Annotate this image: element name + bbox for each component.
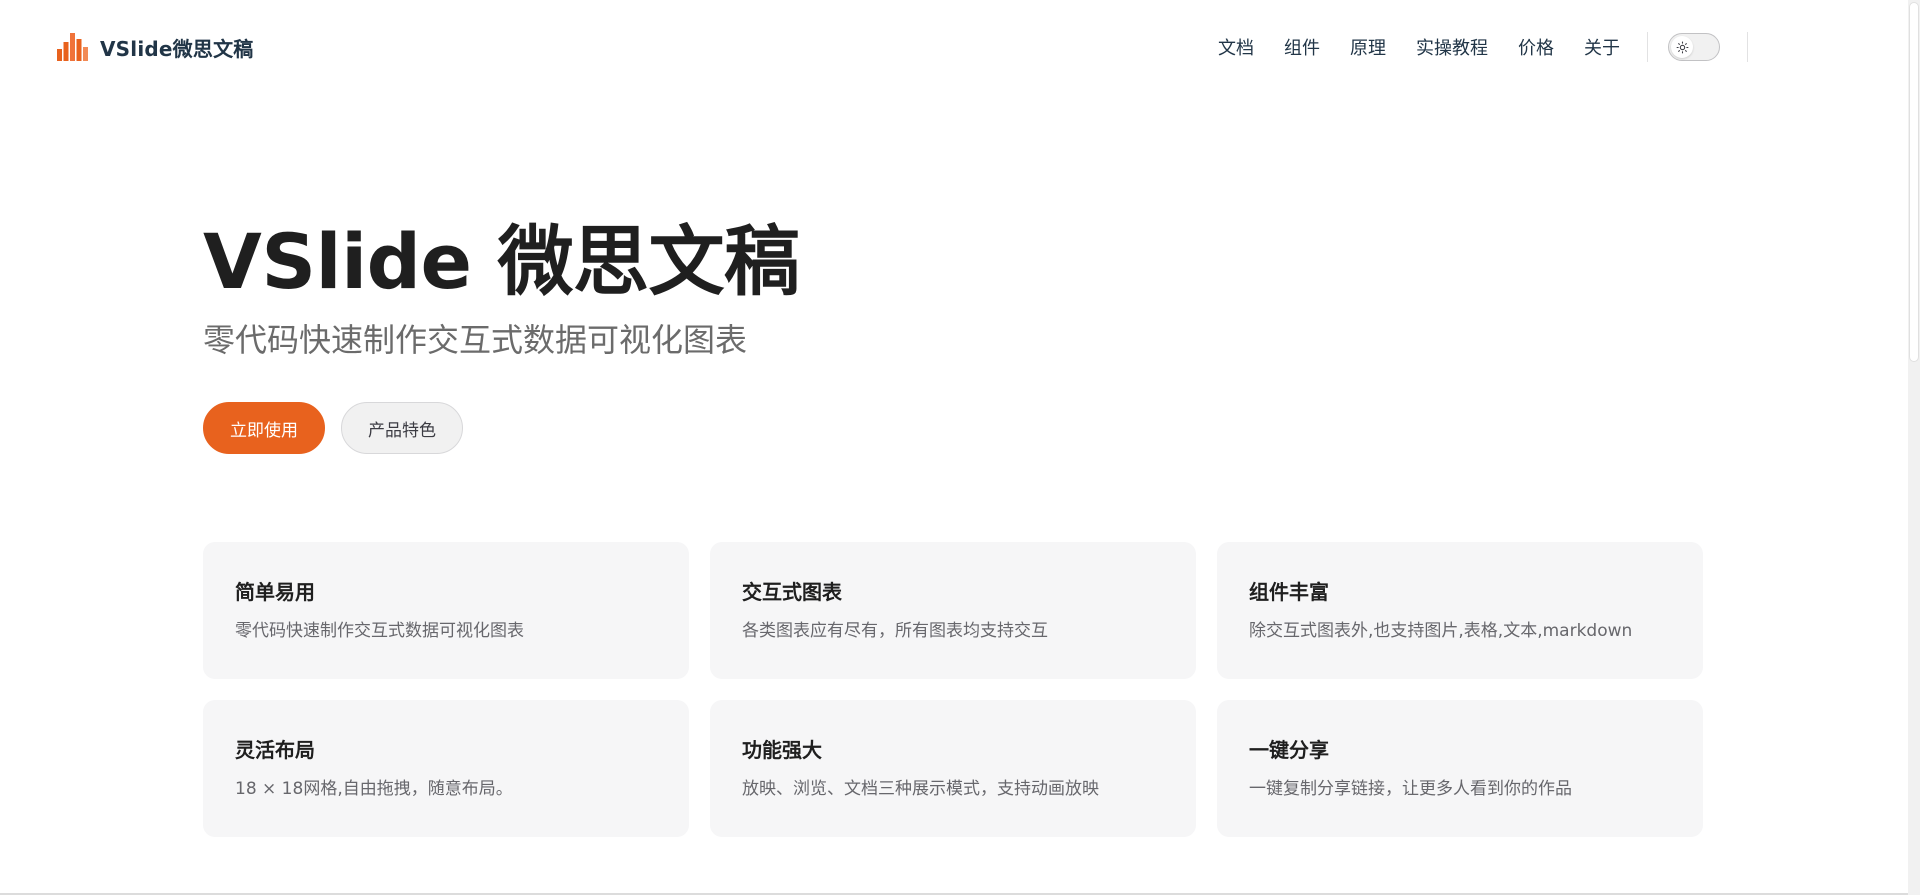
nav-pricing[interactable]: 价格: [1503, 34, 1569, 60]
feature-card: 一键分享 一键复制分享链接，让更多人看到你的作品: [1217, 700, 1703, 837]
feature-card: 组件丰富 除交互式图表外,也支持图片,表格,文本,markdown: [1217, 542, 1703, 679]
theme-toggle[interactable]: [1668, 33, 1720, 61]
feature-desc: 除交互式图表外,也支持图片,表格,文本,markdown: [1249, 621, 1633, 641]
page-scrollbar[interactable]: [1908, 0, 1920, 895]
feature-title: 交互式图表: [742, 580, 842, 604]
nav-divider: [1647, 32, 1648, 62]
feature-desc: 各类图表应有尽有，所有图表均支持交互: [742, 621, 1048, 641]
feature-title: 一键分享: [1249, 738, 1329, 762]
brand-link[interactable]: VSlide微思文稿: [57, 33, 253, 62]
sun-icon: [1676, 41, 1688, 53]
hero-section: VSlide 微思文稿 零代码快速制作交互式数据可视化图表 立即使用 产品特色: [203, 214, 1703, 454]
feature-desc: 一键复制分享链接，让更多人看到你的作品: [1249, 779, 1572, 799]
feature-title: 组件丰富: [1249, 580, 1329, 604]
bar-chart-logo-icon: [57, 33, 88, 61]
feature-desc: 放映、浏览、文档三种展示模式，支持动画放映: [742, 779, 1099, 799]
feature-title: 简单易用: [235, 580, 315, 604]
feature-card: 简单易用 零代码快速制作交互式数据可视化图表: [203, 542, 689, 679]
feature-desc: 18 × 18网格,自由拖拽，随意布局。: [235, 779, 513, 799]
feature-card: 交互式图表 各类图表应有尽有，所有图表均支持交互: [710, 542, 1196, 679]
feature-card: 功能强大 放映、浏览、文档三种展示模式，支持动画放映: [710, 700, 1196, 837]
nav-docs[interactable]: 文档: [1203, 34, 1269, 60]
features-grid: 简单易用 零代码快速制作交互式数据可视化图表 交互式图表 各类图表应有尽有，所有…: [203, 542, 1703, 837]
hero-title: VSlide 微思文稿: [203, 217, 800, 306]
top-nav: 文档 组件 原理 实操教程 价格 关于: [1203, 0, 1748, 94]
nav-divider-right: [1747, 32, 1748, 62]
feature-card: 灵活布局 18 × 18网格,自由拖拽，随意布局。: [203, 700, 689, 837]
get-started-button[interactable]: 立即使用: [203, 402, 325, 454]
scrollbar-thumb[interactable]: [1909, 2, 1919, 362]
brand-title: VSlide微思文稿: [100, 36, 254, 61]
hero-actions: 立即使用 产品特色: [203, 402, 1703, 454]
toggle-knob: [1671, 36, 1693, 58]
nav-components[interactable]: 组件: [1269, 34, 1335, 60]
features-button[interactable]: 产品特色: [341, 402, 463, 454]
nav-principles[interactable]: 原理: [1335, 34, 1401, 60]
feature-desc: 零代码快速制作交互式数据可视化图表: [235, 621, 524, 641]
hero-tagline: 零代码快速制作交互式数据可视化图表: [203, 321, 748, 359]
site-header: VSlide微思文稿 文档 组件 原理 实操教程 价格 关于: [0, 0, 1910, 94]
nav-about[interactable]: 关于: [1569, 34, 1635, 60]
nav-tutorials[interactable]: 实操教程: [1401, 34, 1503, 60]
feature-title: 灵活布局: [235, 738, 315, 762]
feature-title: 功能强大: [742, 738, 822, 762]
